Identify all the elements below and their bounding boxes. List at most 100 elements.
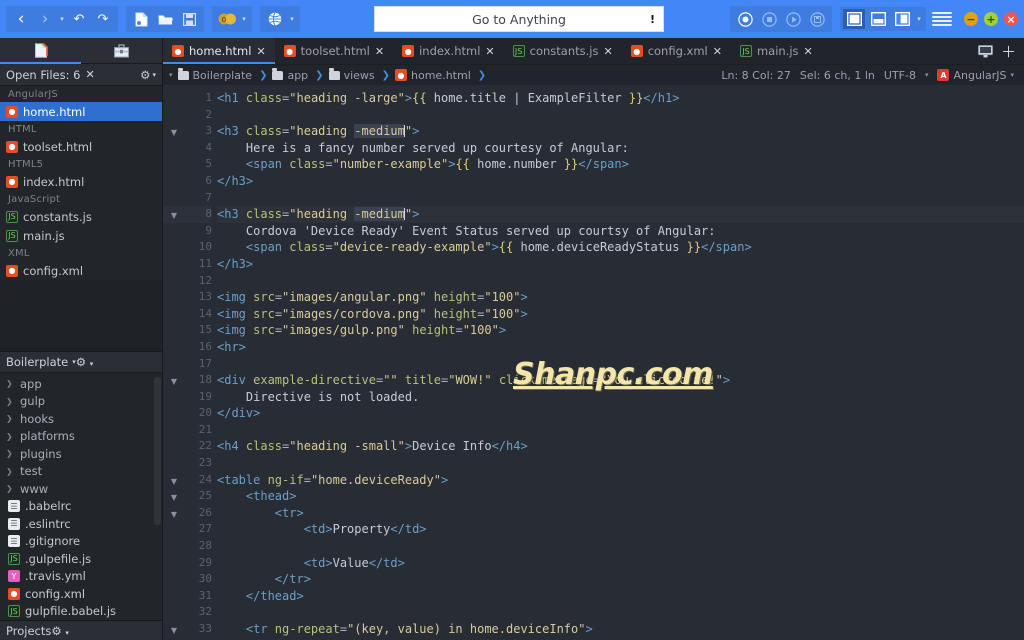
code-fold-toggle[interactable]: ▼: [163, 621, 185, 638]
code-fold-toggle[interactable]: ▼: [163, 488, 185, 505]
code-line[interactable]: </h3>: [217, 173, 1024, 190]
editor-tab[interactable]: ● home.html ✕: [163, 38, 275, 64]
code-fold-toggle[interactable]: ▼: [163, 206, 185, 223]
code-line[interactable]: <span class="number-example">{{ home.num…: [217, 156, 1024, 173]
breadcrumb-item[interactable]: app ❯: [272, 68, 326, 82]
code-line[interactable]: <tr ng-repeat="(key, value) in home.devi…: [217, 621, 1024, 638]
cursor-position[interactable]: Ln: 8 Col: 27: [721, 69, 790, 82]
tree-file-item[interactable]: JS gulpfile.babel.js: [0, 603, 162, 621]
go-to-anything-input[interactable]: Go to Anything !: [374, 6, 664, 32]
editor-tab[interactable]: ● config.xml ✕: [622, 38, 731, 64]
play-icon[interactable]: [781, 8, 805, 30]
code-line[interactable]: <h3 class="heading -medium">: [217, 206, 1024, 223]
split-view-icon[interactable]: [978, 44, 993, 58]
open-folder-icon[interactable]: [153, 8, 177, 30]
tree-file-item[interactable]: JS .gulpefile.js: [0, 550, 162, 568]
code-line[interactable]: [217, 190, 1024, 207]
open-file-item[interactable]: ● index.html: [0, 172, 162, 191]
code-line[interactable]: Here is a fancy number served up courtes…: [217, 140, 1024, 157]
code-fold-toggle[interactable]: ▼: [163, 505, 185, 522]
open-file-item[interactable]: JS constants.js: [0, 207, 162, 226]
chevron-right-icon[interactable]: ❯: [6, 467, 15, 476]
tree-folder-item[interactable]: ❯ gulp: [0, 393, 162, 411]
open-file-item[interactable]: ● toolset.html: [0, 137, 162, 156]
back-icon[interactable]: ‹: [9, 8, 33, 30]
chevron-right-icon[interactable]: ❯: [6, 432, 15, 441]
code-line[interactable]: Cordova 'Device Ready' Event Status serv…: [217, 223, 1024, 240]
close-all-files-icon[interactable]: ✕: [85, 68, 94, 81]
tree-folder-item[interactable]: ❯ hooks: [0, 410, 162, 428]
code-line[interactable]: </thead>: [217, 588, 1024, 605]
open-files-settings[interactable]: ⚙ ▾: [140, 68, 156, 82]
tab-close-icon[interactable]: ✕: [713, 45, 722, 58]
code-line[interactable]: <span class="device-ready-example">{{ ho…: [217, 239, 1024, 256]
code-line[interactable]: </div>: [217, 405, 1024, 422]
chevron-down-icon[interactable]: ▾: [65, 629, 69, 637]
tab-close-icon[interactable]: ✕: [804, 45, 813, 58]
code-line[interactable]: <img src="images/cordova.png" height="10…: [217, 306, 1024, 323]
code-line[interactable]: <td>Value</td>: [217, 555, 1024, 572]
code-line[interactable]: <td>Property</td>: [217, 521, 1024, 538]
selection-info[interactable]: Sel: 6 ch, 1 ln: [800, 69, 875, 82]
code-fold-toggle[interactable]: ▼: [163, 372, 185, 389]
record-icon[interactable]: [733, 8, 757, 30]
breadcrumb-item[interactable]: ● home.html ❯: [395, 69, 489, 82]
code-line[interactable]: <hr>: [217, 339, 1024, 356]
tree-file-item[interactable]: ☰ .babelrc: [0, 498, 162, 516]
code-line[interactable]: </tr>: [217, 571, 1024, 588]
code-line[interactable]: [217, 273, 1024, 290]
code-line[interactable]: <h1 class="heading -large">{{ home.title…: [217, 90, 1024, 107]
tree-file-item[interactable]: ● config.xml: [0, 585, 162, 603]
open-file-item[interactable]: JS main.js: [0, 226, 162, 245]
tab-close-icon[interactable]: ✕: [603, 45, 612, 58]
encoding-chevron-down-icon[interactable]: ▾: [925, 71, 929, 79]
new-file-icon[interactable]: [129, 8, 153, 30]
main-menu-button[interactable]: [932, 12, 952, 26]
code-editor[interactable]: ▼ ▼ ▼ ▼ ▼ ▼ ▼ 1 2 3 4 5 6 7 8 9 10 11 12 13 14 15 16 17 18 19 20 2…: [163, 85, 1024, 640]
chevron-right-icon[interactable]: ❯: [6, 379, 15, 388]
code-line[interactable]: [217, 455, 1024, 472]
chevron-right-icon[interactable]: ❯: [6, 484, 15, 493]
tree-folder-item[interactable]: ❯ app: [0, 375, 162, 393]
code-fold-toggle[interactable]: ▼: [163, 472, 185, 489]
editor-tab[interactable]: JS main.js ✕: [731, 38, 822, 64]
gear-icon[interactable]: ⚙: [76, 355, 86, 369]
code-line[interactable]: <h3 class="heading -medium">: [217, 123, 1024, 140]
redo-icon[interactable]: ↷: [91, 8, 115, 30]
undo-icon[interactable]: ↶: [67, 8, 91, 30]
breadcrumb-item[interactable]: Boilerplate ❯: [177, 68, 271, 82]
gear-icon[interactable]: ⚙: [51, 624, 61, 638]
save-session-icon[interactable]: [805, 8, 829, 30]
sidebar-tab-files[interactable]: [0, 38, 81, 64]
minimize-button[interactable]: −: [964, 12, 978, 26]
breakpoints-chevron-down-icon[interactable]: ▾: [239, 15, 249, 23]
projects-settings[interactable]: ⚙ ▾: [51, 624, 68, 638]
tree-folder-item[interactable]: ❯ platforms: [0, 428, 162, 446]
nav-chevron-down-icon[interactable]: ▾: [57, 15, 67, 23]
close-button[interactable]: ×: [1004, 12, 1018, 26]
editor-tab[interactable]: ● index.html ✕: [393, 38, 504, 64]
tree-file-item[interactable]: Y .travis.yml: [0, 568, 162, 586]
globe-icon[interactable]: [263, 8, 287, 30]
chevron-right-icon[interactable]: ❯: [6, 397, 15, 406]
code-line[interactable]: [217, 538, 1024, 555]
chevron-down-icon[interactable]: ▾: [90, 360, 94, 368]
live-preview-chevron-down-icon[interactable]: ▾: [287, 15, 297, 23]
tree-file-item[interactable]: ☰ .eslintrc: [0, 515, 162, 533]
gear-icon[interactable]: ⚙: [140, 68, 150, 82]
layout-vertical-split-icon[interactable]: [891, 9, 913, 29]
forward-icon[interactable]: ›: [33, 8, 57, 30]
layout-single-pane-icon[interactable]: [843, 9, 865, 29]
code-fold-toggle[interactable]: ▼: [163, 123, 185, 140]
tab-close-icon[interactable]: ✕: [485, 45, 494, 58]
project-tree-scrollbar[interactable]: [154, 377, 161, 525]
save-icon[interactable]: [177, 8, 201, 30]
search-warning-icon[interactable]: !: [650, 13, 655, 26]
tree-file-item[interactable]: ☰ .gitignore: [0, 533, 162, 551]
layout-horizontal-split-icon[interactable]: [867, 9, 889, 29]
open-file-item[interactable]: ● config.xml: [0, 261, 162, 280]
code-line[interactable]: <table ng-if="home.deviceReady">: [217, 472, 1024, 489]
project-settings[interactable]: ⚙ ▾: [76, 355, 93, 369]
pane-chevron-down-icon[interactable]: ▾: [914, 15, 924, 23]
chevron-right-icon[interactable]: ❯: [6, 449, 15, 458]
